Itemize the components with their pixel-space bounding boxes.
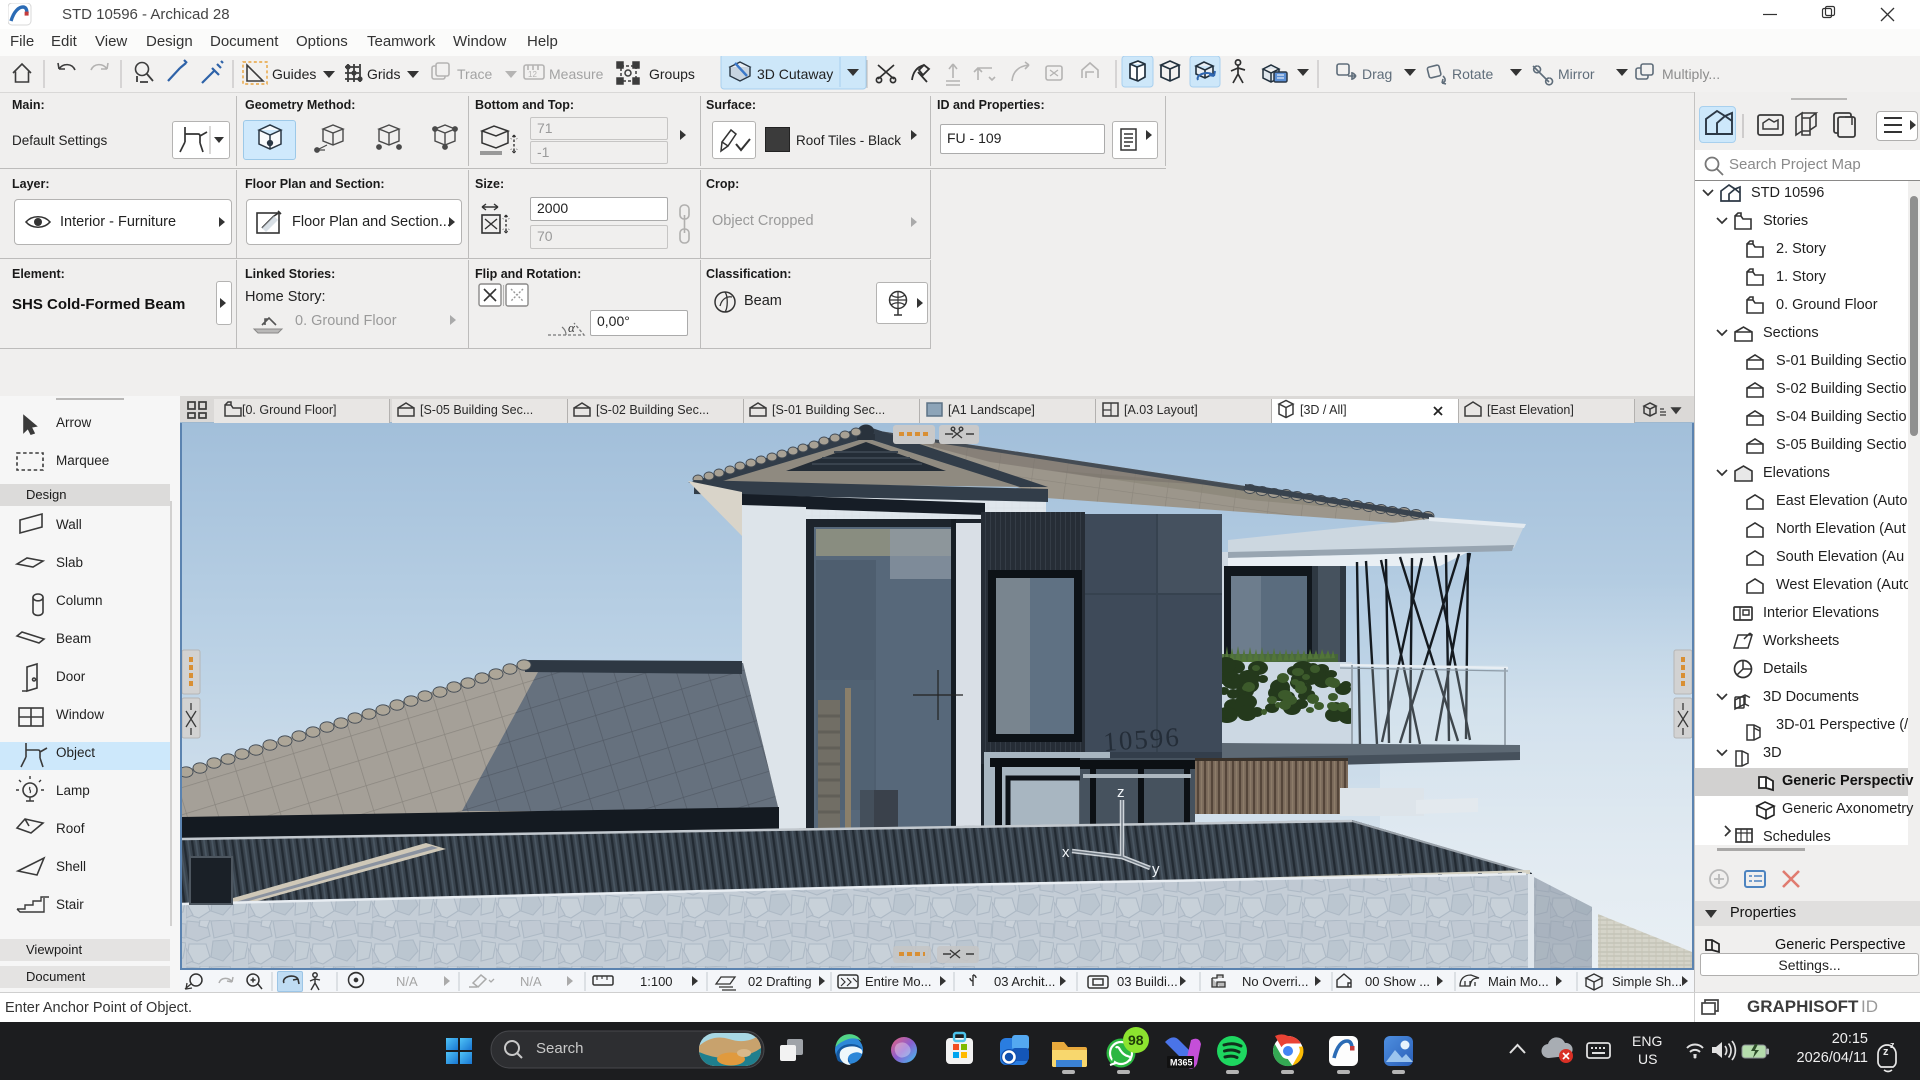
svg-text:98: 98 bbox=[1128, 1032, 1144, 1048]
svg-text:z: z bbox=[1117, 784, 1125, 801]
svg-text:x: x bbox=[1062, 844, 1070, 861]
svg-text:α: α bbox=[568, 320, 576, 335]
svg-text:z: z bbox=[1890, 1040, 1895, 1050]
svg-text:M365: M365 bbox=[1170, 1058, 1193, 1068]
svg-text:y: y bbox=[1152, 861, 1160, 878]
svg-text:z: z bbox=[1883, 1046, 1889, 1058]
svg-text:10596: 10596 bbox=[1102, 722, 1181, 757]
svg-text:12: 12 bbox=[528, 70, 537, 79]
